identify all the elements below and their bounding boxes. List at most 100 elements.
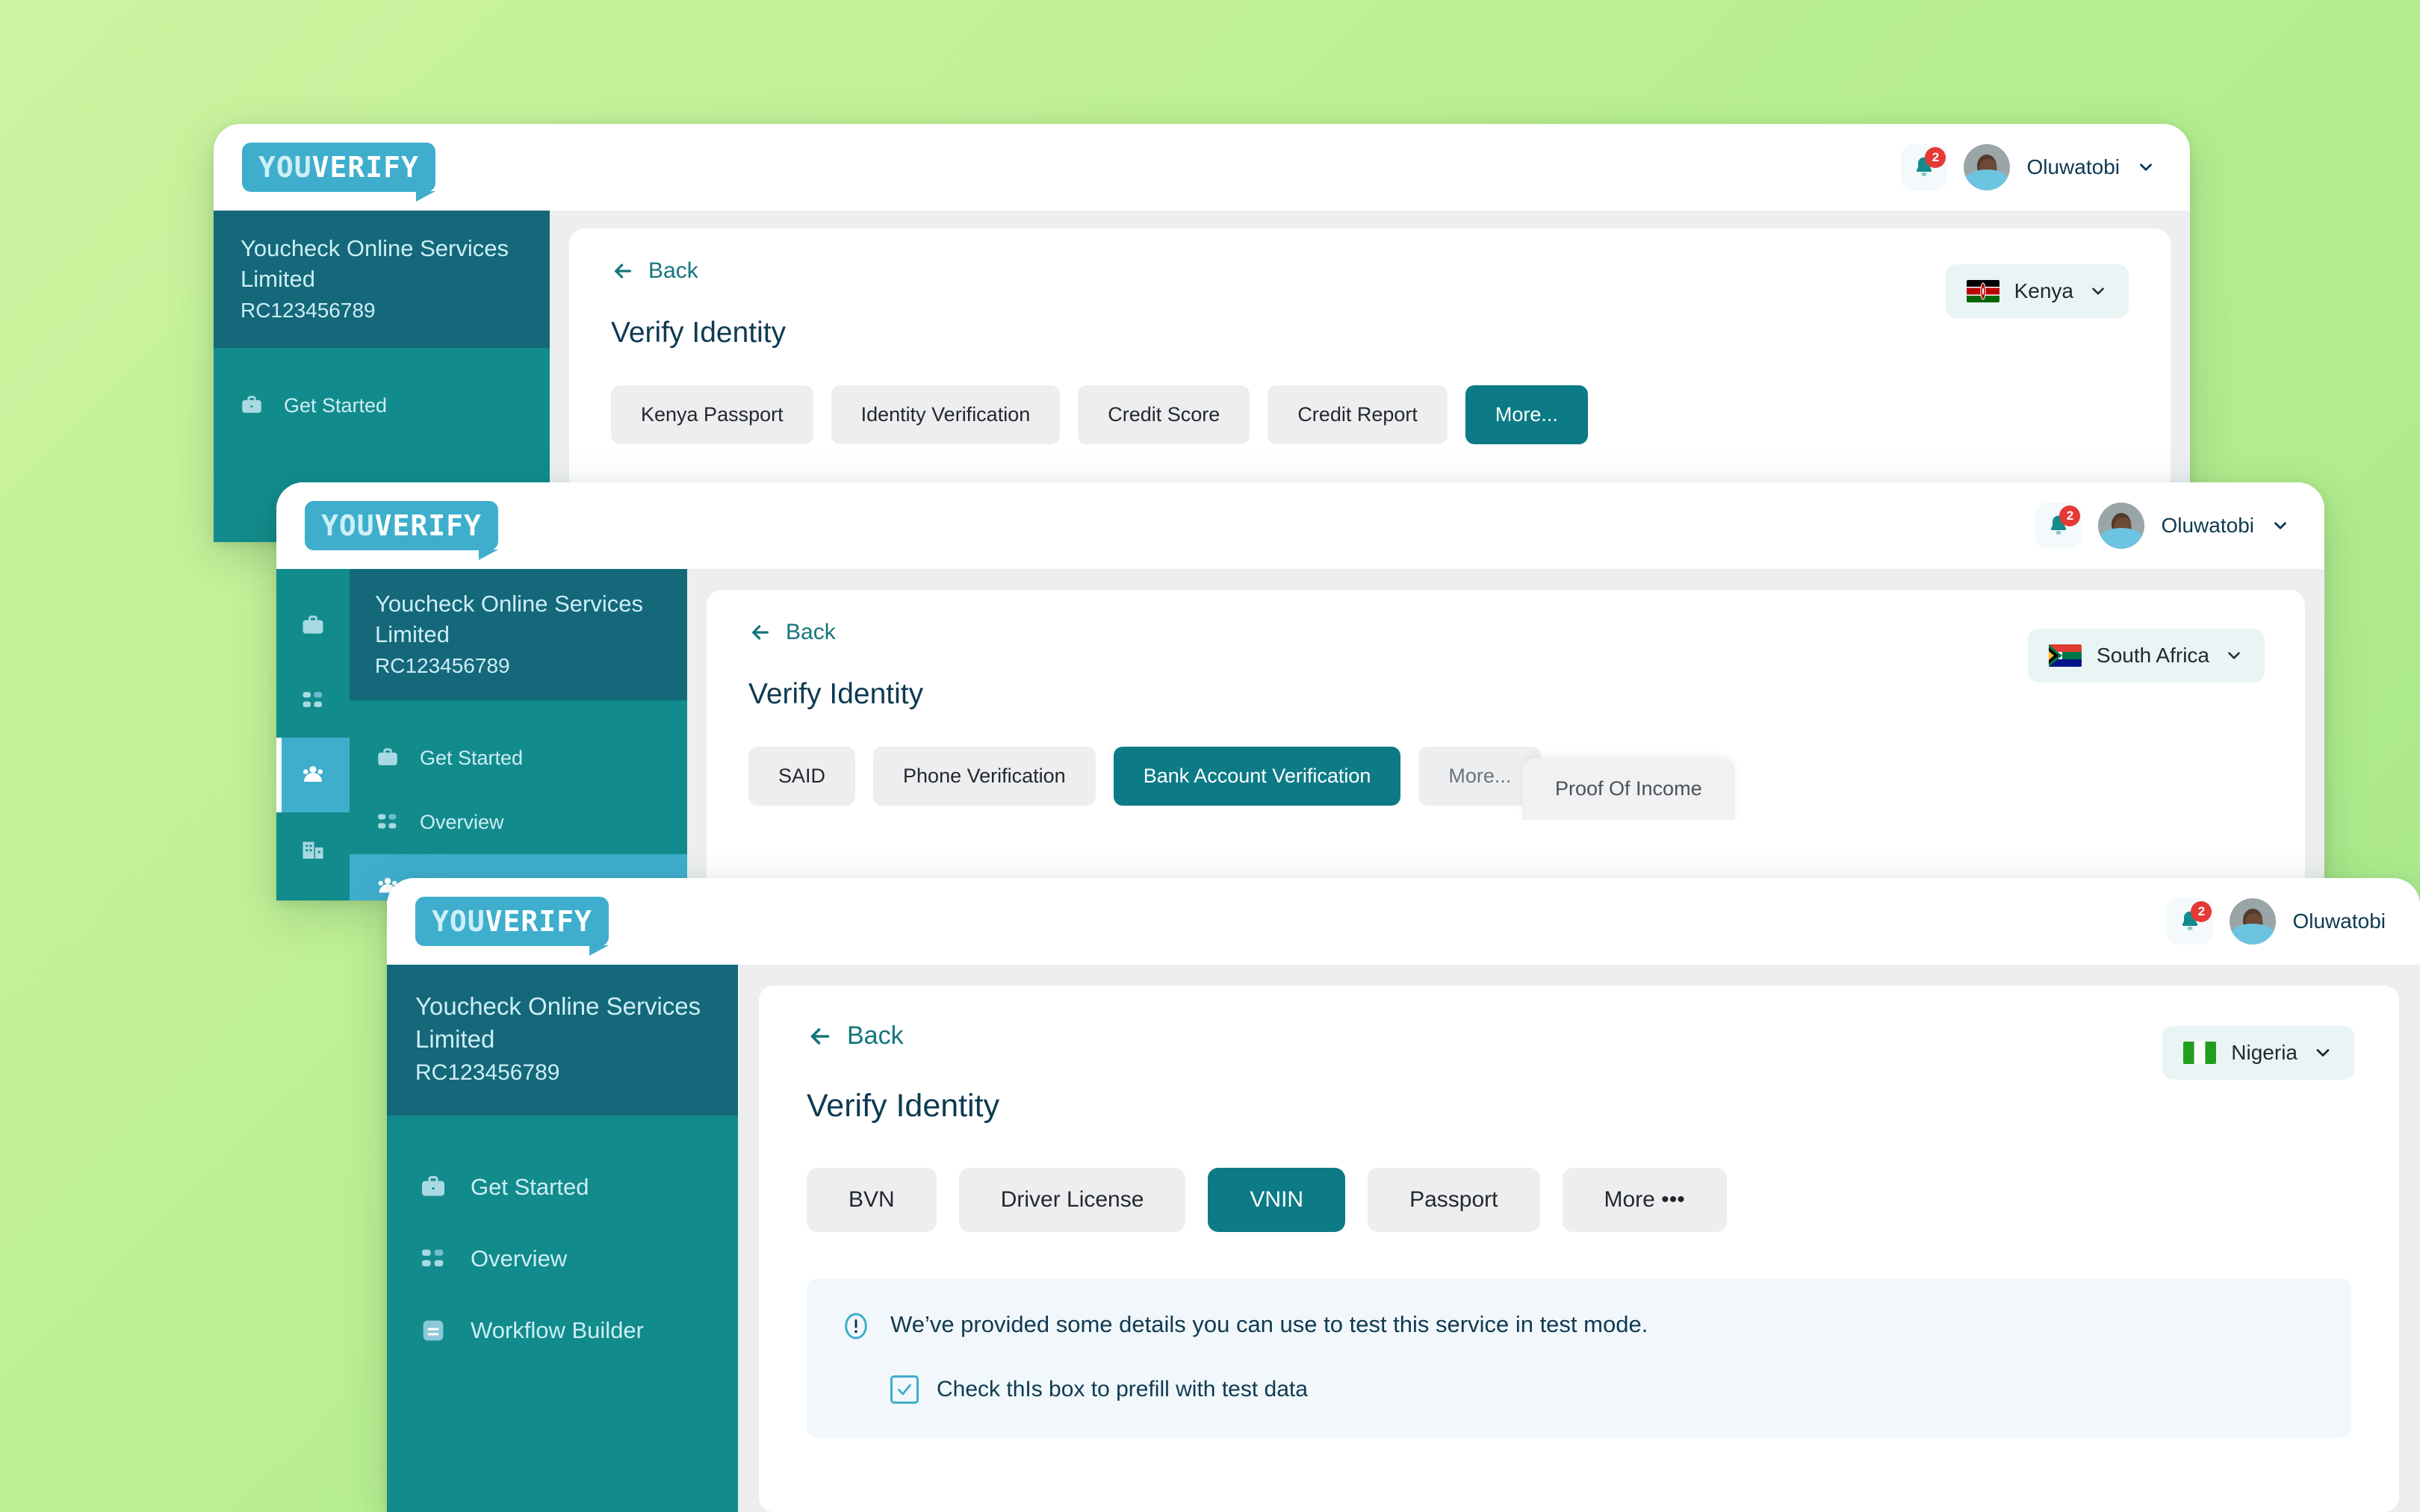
dropdown-item-proof-of-income[interactable]: Proof Of Income (1522, 758, 1735, 820)
tab-bank-account-verification[interactable]: Bank Account Verification (1113, 747, 1401, 806)
customers-icon (302, 766, 323, 782)
country-selector-south-africa[interactable]: South Africa (2028, 629, 2265, 682)
sidebar-item-label: Get Started (284, 393, 388, 417)
notifications-button[interactable]: 2 (2035, 503, 2082, 549)
tab-credit-score[interactable]: Credit Score (1078, 385, 1250, 444)
country-selector-nigeria[interactable]: Nigeria (2162, 1026, 2354, 1080)
sidebar-item-get-started[interactable]: Get Started (214, 373, 550, 438)
back-label: Back (847, 1021, 904, 1050)
sidebar-item-overview[interactable]: Overview (387, 1223, 738, 1295)
tab-bvn[interactable]: BVN (807, 1168, 937, 1232)
sidebar-item-workflow-builder[interactable]: Workflow Builder (387, 1295, 738, 1366)
top-bar: YOUVERIFY 2 Oluwatobi (214, 124, 2190, 211)
verify-identity-card: Back Verify Identity SAID Phone Verifica… (707, 590, 2305, 900)
org-name: Youcheck Online Services Limited (415, 992, 701, 1053)
country-selector-kenya[interactable]: Kenya (1945, 264, 2129, 318)
nav-list: Get Started Overview Workflow Builder (387, 1116, 738, 1366)
briefcase-icon (418, 1172, 448, 1202)
sidebar-item-label: Overview (420, 810, 504, 833)
tab-kenya-passport[interactable]: Kenya Passport (611, 385, 813, 444)
back-button[interactable]: Back (611, 258, 2129, 284)
org-card: Youcheck Online Services Limited RC12345… (214, 211, 550, 349)
youverify-logo: YOUVERIFY (242, 143, 435, 202)
check-icon (898, 1384, 911, 1396)
org-rc-number: RC123456789 (415, 1060, 560, 1085)
grid-icon (375, 809, 400, 835)
kenya-flag-icon (1966, 280, 1999, 302)
nav-list: Get Started Overview Customers Businesse… (350, 700, 687, 900)
chevron-down-icon[interactable] (2136, 158, 2156, 177)
chevron-down-icon (2316, 1049, 2330, 1057)
user-name[interactable]: Oluwatobi (2026, 155, 2120, 179)
rail-item-employee-verification[interactable] (276, 887, 350, 900)
user-name[interactable]: Oluwatobi (2292, 909, 2386, 933)
tab-credit-report[interactable]: Credit Report (1268, 385, 1448, 444)
org-name: Youcheck Online Services Limited (241, 235, 509, 293)
test-mode-notice: We’ve provided some details you can use … (807, 1278, 2351, 1438)
back-label: Back (648, 258, 698, 283)
sidebar-item-label: Get Started (471, 1173, 589, 1200)
south-africa-flag-icon (2049, 644, 2082, 667)
country-name: Nigeria (2231, 1041, 2298, 1064)
country-name: Kenya (2014, 279, 2073, 302)
tab-identity-verification[interactable]: Identity Verification (831, 385, 1061, 444)
service-tabs-nigeria: BVN Driver License VNIN Passport More ••… (807, 1168, 2351, 1232)
window-kenya: YOUVERIFY 2 Oluwatobi Youcheck Online Se… (214, 124, 2190, 542)
notification-badge: 2 (2059, 505, 2081, 526)
info-icon (845, 1313, 867, 1340)
briefcase-icon (375, 745, 400, 771)
rail-item-businesses[interactable] (276, 812, 350, 887)
rail-item-get-started[interactable] (276, 588, 350, 663)
notifications-button[interactable]: 2 (2167, 898, 2214, 945)
user-name[interactable]: Oluwatobi (2161, 514, 2254, 538)
tab-more[interactable]: More... (1465, 385, 1588, 444)
chevron-down-icon[interactable] (2271, 516, 2290, 535)
rail-item-customers[interactable] (276, 738, 350, 812)
logo-you-text: YOU (258, 151, 312, 184)
sidebar-nigeria: Youcheck Online Services Limited RC12345… (387, 965, 738, 1512)
country-name: South Africa (2097, 644, 2209, 667)
sidebar-south-africa: Youcheck Online Services Limited RC12345… (350, 569, 687, 900)
notice-message: We’ve provided some details you can use … (890, 1311, 1648, 1337)
tab-said[interactable]: SAID (748, 747, 856, 806)
avatar[interactable] (2098, 503, 2145, 549)
sidebar-item-get-started[interactable]: Get Started (350, 726, 687, 790)
grid-icon (302, 691, 322, 707)
sidebar-item-get-started[interactable]: Get Started (387, 1151, 738, 1223)
sidebar-item-label: Workflow Builder (471, 1316, 645, 1343)
tab-vnin[interactable]: VNIN (1208, 1168, 1346, 1232)
tab-more[interactable]: More ••• (1562, 1168, 1727, 1232)
tab-driver-license[interactable]: Driver License (958, 1168, 1186, 1232)
prefill-checkbox[interactable] (890, 1375, 919, 1404)
content-area-south-africa: Back Verify Identity SAID Phone Verifica… (687, 569, 2324, 900)
prefill-checkbox-label: Check thIs box to prefill with test data (937, 1377, 1308, 1401)
page-title: Verify Identity (807, 1088, 1000, 1124)
arrow-left-icon (615, 264, 631, 279)
sidebar-item-overview[interactable]: Overview (350, 790, 687, 854)
content-area-nigeria: Back Verify Identity BVN Driver License … (738, 965, 2420, 1512)
tab-phone-verification[interactable]: Phone Verification (873, 747, 1096, 806)
tab-passport[interactable]: Passport (1368, 1168, 1540, 1232)
rail-item-overview[interactable] (276, 663, 350, 738)
nav-list: Get Started (214, 348, 550, 438)
header-actions: 2 Oluwatobi (1901, 144, 2156, 190)
service-tabs-south-africa: SAID Phone Verification Bank Account Ver… (748, 747, 2263, 806)
back-button[interactable]: Back (807, 1021, 2351, 1051)
business-icon (302, 841, 323, 859)
org-rc-number: RC123456789 (375, 654, 510, 678)
top-bar: YOUVERIFY 2 Oluwatobi (276, 482, 2324, 569)
chevron-down-icon (2228, 652, 2240, 659)
page-title: Verify Identity (748, 678, 924, 710)
top-bar: YOUVERIFY 2 Oluwatobi (387, 878, 2420, 965)
briefcase-icon (302, 615, 323, 634)
arrow-left-icon (752, 625, 769, 640)
grid-icon (418, 1244, 448, 1274)
nigeria-flag-icon (2183, 1042, 2217, 1064)
avatar[interactable] (2230, 898, 2277, 945)
org-rc-number: RC123456789 (241, 299, 376, 323)
logo-verify-text: VERIFY (485, 905, 592, 938)
notifications-button[interactable]: 2 (1901, 144, 1948, 190)
workflow-builder-icon (418, 1316, 448, 1345)
avatar[interactable] (1964, 144, 2011, 190)
prefill-checkbox-row[interactable]: Check thIs box to prefill with test data (890, 1375, 2317, 1404)
